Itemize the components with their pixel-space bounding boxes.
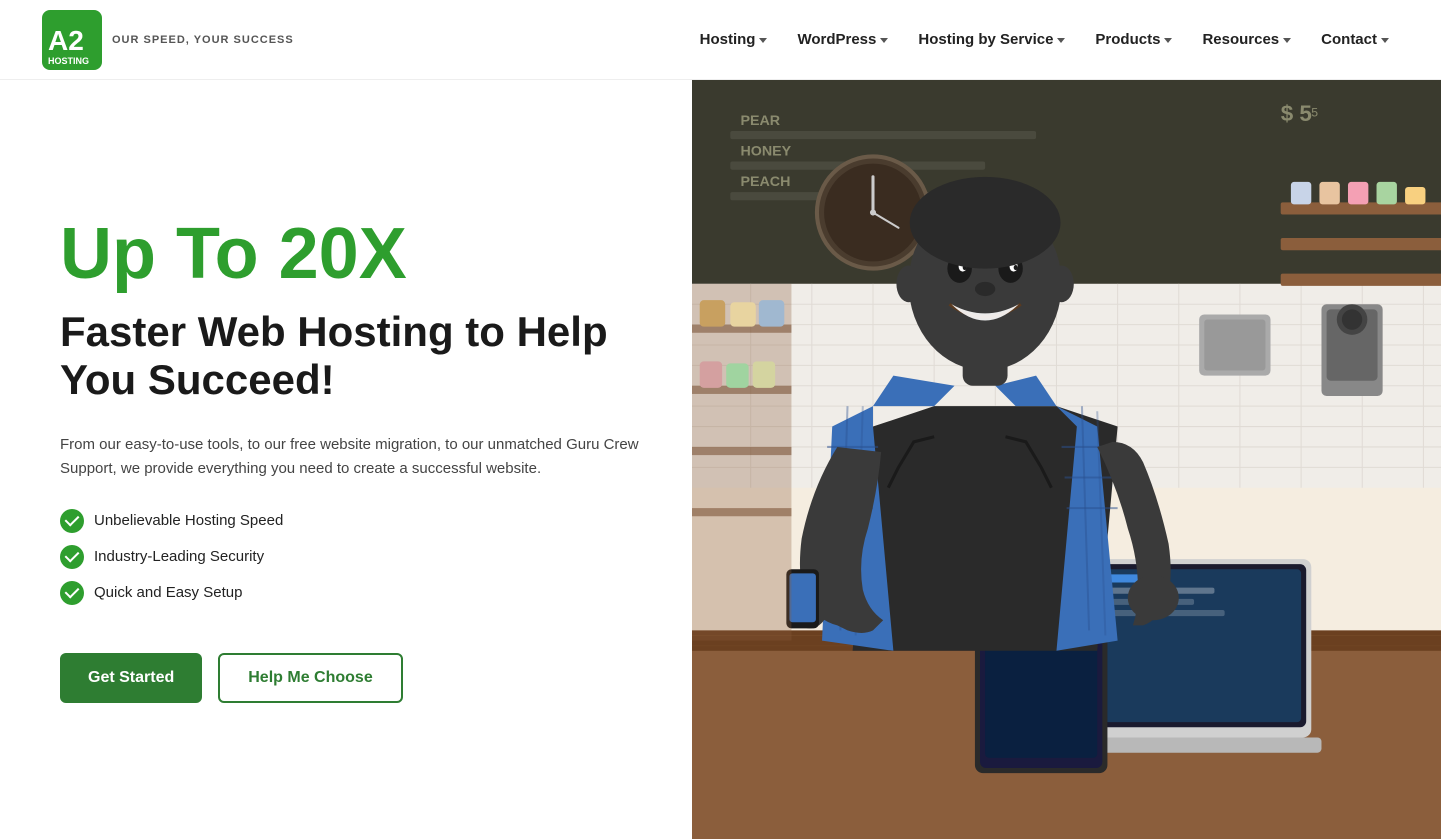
- hero-description: From our easy-to-use tools, to our free …: [60, 433, 640, 481]
- chevron-down-icon: [1164, 38, 1172, 43]
- check-icon-speed: [60, 509, 84, 533]
- logo-text: OUR SPEED, YOUR SUCCESS: [112, 34, 294, 46]
- chevron-down-icon: [759, 38, 767, 43]
- svg-text:HONEY: HONEY: [740, 143, 791, 159]
- nav-item-hosting[interactable]: Hosting: [688, 23, 780, 56]
- svg-text:$ 5: $ 5: [1280, 101, 1311, 126]
- get-started-button[interactable]: Get Started: [60, 653, 202, 703]
- svg-text:HOSTING: HOSTING: [48, 56, 89, 66]
- hero-illustration: PEAR HONEY PEACH $ 5 5: [692, 80, 1441, 839]
- logo-icon: A2 HOSTING: [40, 8, 104, 72]
- cta-buttons: Get Started Help Me Choose: [60, 653, 652, 703]
- feature-list: Unbelievable Hosting Speed Industry-Lead…: [60, 509, 652, 617]
- hero-section: Up To 20X Faster Web Hosting to Help You…: [0, 80, 1441, 839]
- help-me-choose-button[interactable]: Help Me Choose: [218, 653, 402, 703]
- nav-item-contact[interactable]: Contact: [1309, 23, 1401, 56]
- chevron-down-icon: [1381, 38, 1389, 43]
- logo[interactable]: A2 HOSTING OUR SPEED, YOUR SUCCESS: [40, 8, 294, 72]
- svg-text:PEACH: PEACH: [740, 174, 790, 190]
- feature-item-speed: Unbelievable Hosting Speed: [60, 509, 652, 533]
- nav-item-resources[interactable]: Resources: [1190, 23, 1303, 56]
- chevron-down-icon: [880, 38, 888, 43]
- nav-links: Hosting WordPress Hosting by Service Pro…: [688, 23, 1401, 56]
- svg-text:5: 5: [1311, 106, 1318, 120]
- svg-text:A2: A2: [48, 25, 84, 56]
- feature-item-security: Industry-Leading Security: [60, 545, 652, 569]
- hero-subtitle: Faster Web Hosting to Help You Succeed!: [60, 308, 652, 405]
- main-nav: A2 HOSTING OUR SPEED, YOUR SUCCESS Hosti…: [0, 0, 1441, 80]
- hero-tagline: Up To 20X: [60, 217, 652, 293]
- hero-content: Up To 20X Faster Web Hosting to Help You…: [0, 80, 692, 839]
- nav-item-hosting-by-service[interactable]: Hosting by Service: [906, 23, 1077, 56]
- svg-text:PEAR: PEAR: [740, 113, 780, 129]
- check-icon-setup: [60, 581, 84, 605]
- nav-item-wordpress[interactable]: WordPress: [785, 23, 900, 56]
- nav-item-products[interactable]: Products: [1083, 23, 1184, 56]
- chevron-down-icon: [1283, 38, 1291, 43]
- feature-item-setup: Quick and Easy Setup: [60, 581, 652, 605]
- check-icon-security: [60, 545, 84, 569]
- chevron-down-icon: [1057, 38, 1065, 43]
- hero-image: PEAR HONEY PEACH $ 5 5: [692, 80, 1441, 839]
